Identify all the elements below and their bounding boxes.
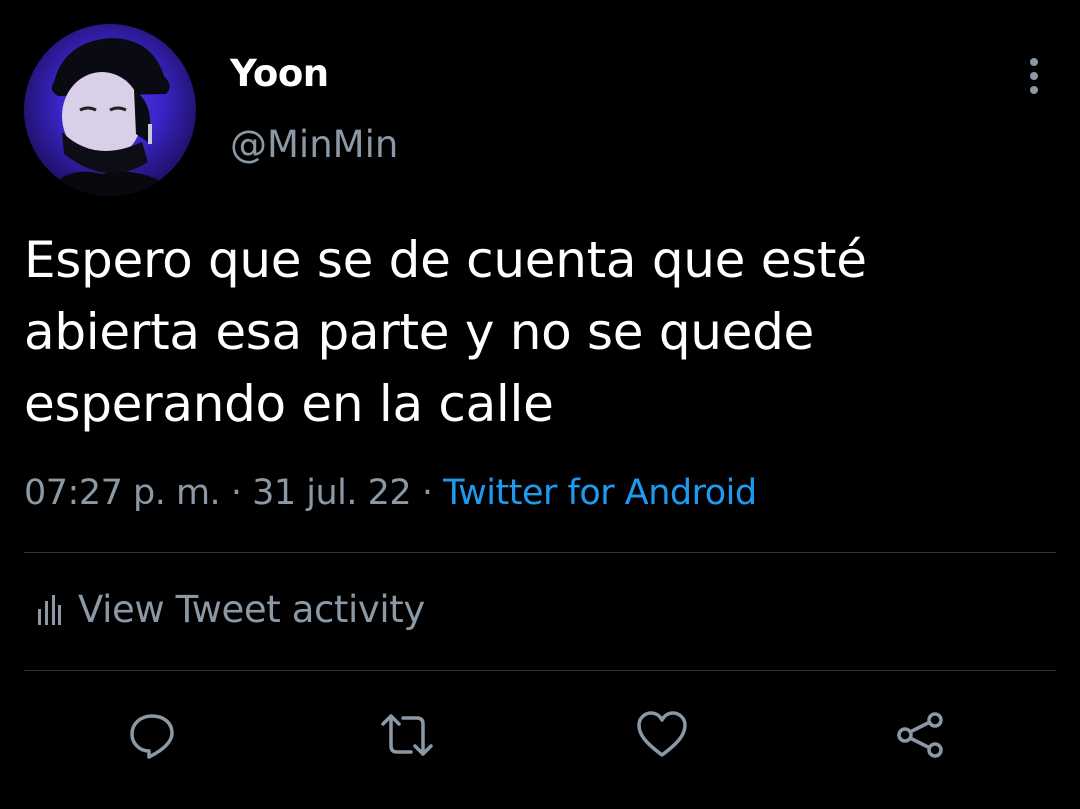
more-options-icon[interactable] (1014, 52, 1054, 100)
avatar-photo (44, 38, 184, 196)
meta-separator: · (230, 473, 253, 513)
more-dot (1030, 86, 1038, 94)
tweet-actions-bar (0, 700, 1080, 770)
retweet-icon (381, 714, 433, 756)
tweet-date[interactable]: 31 jul. 22 (252, 473, 412, 513)
like-button[interactable] (627, 700, 697, 770)
heart-icon (637, 711, 687, 757)
tweet-time[interactable]: 07:27 p. m. (24, 473, 221, 513)
tweet-meta: 07:27 p. m. · 31 jul. 22 · Twitter for A… (24, 473, 757, 513)
display-name[interactable]: Yoon (230, 52, 329, 95)
reply-button[interactable] (117, 700, 187, 770)
reply-icon (130, 714, 174, 759)
retweet-button[interactable] (372, 700, 442, 770)
divider (24, 670, 1056, 671)
avatar[interactable] (24, 24, 196, 196)
view-tweet-activity-button[interactable]: View Tweet activity (36, 588, 425, 631)
share-icon (897, 712, 943, 758)
user-handle[interactable]: @MinMin (230, 123, 398, 166)
bar-chart-icon (38, 594, 61, 625)
view-tweet-activity-label: View Tweet activity (78, 588, 425, 631)
tweet-detail: Yoon @MinMin Espero que se de cuenta que… (0, 0, 1080, 809)
tweet-source-link[interactable]: Twitter for Android (443, 473, 757, 513)
divider (24, 552, 1056, 553)
meta-separator: · (421, 473, 444, 513)
more-dot (1030, 72, 1038, 80)
tweet-text: Espero que se de cuenta que esté abierta… (24, 231, 867, 433)
more-dot (1030, 58, 1038, 66)
share-button[interactable] (886, 700, 956, 770)
